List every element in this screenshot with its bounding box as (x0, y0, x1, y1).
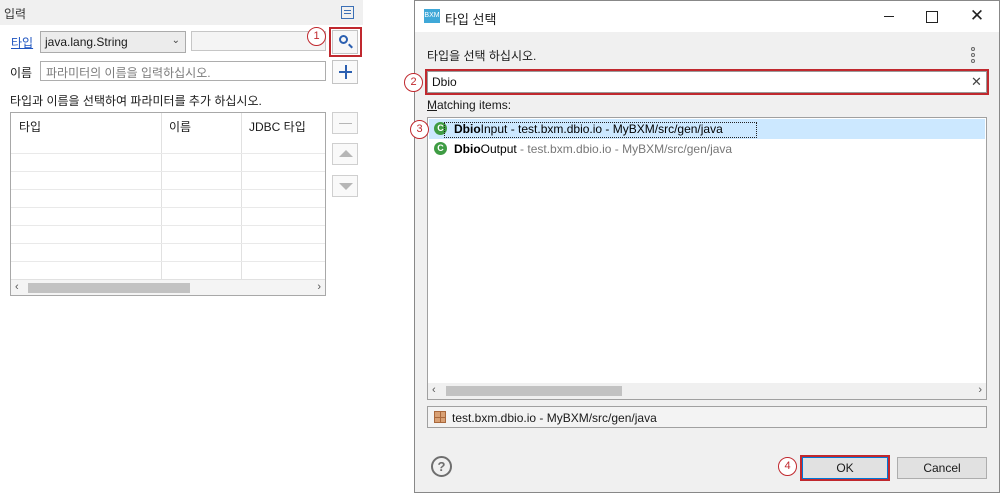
table-row (11, 225, 325, 226)
type-extra-field (191, 31, 326, 51)
scroll-left-icon[interactable]: ‹ (15, 281, 19, 293)
matching-items-label: Matching items: (427, 98, 511, 112)
column-header-jdbc-type[interactable]: JDBC 타입 (241, 113, 325, 137)
scrollbar-thumb[interactable] (446, 386, 622, 396)
type-select-value: java.lang.String (45, 35, 128, 49)
panel-header (0, 0, 363, 25)
instruction-text: 타입과 이름을 선택하여 파라미터를 추가 하십시오. (10, 94, 262, 108)
clear-icon[interactable]: ✕ (971, 74, 982, 90)
column-divider (161, 113, 162, 279)
remove-parameter-button[interactable] (332, 112, 358, 134)
type-link[interactable]: 타입 (11, 34, 33, 51)
move-down-button[interactable] (332, 175, 358, 197)
class-icon: C (434, 142, 447, 155)
package-icon (434, 411, 446, 423)
table-row (11, 189, 325, 190)
list-horizontal-scrollbar[interactable]: ‹ › (428, 383, 986, 399)
table-row (11, 171, 325, 172)
move-up-button[interactable] (332, 143, 358, 165)
search-icon (339, 35, 348, 44)
list-item[interactable]: C DbioOutput - test.bxm.dbio.io - MyBXM/… (429, 139, 985, 159)
table-row (11, 207, 325, 208)
type-filter-value: Dbio (432, 75, 457, 89)
type-select[interactable]: java.lang.String ⌄ (40, 31, 186, 53)
filter-input-highlight (425, 69, 989, 95)
dialog-titlebar: BXM 타입 선택 ✕ (415, 1, 999, 32)
maximize-icon[interactable] (912, 1, 952, 32)
step-marker-3: 3 (410, 120, 429, 139)
chevron-down-icon: ⌄ (171, 35, 180, 46)
name-input[interactable]: 파라미터의 이름을 입력하십시오. (40, 61, 326, 81)
list-item-label: DbioOutput - test.bxm.dbio.io - MyBXM/sr… (454, 142, 733, 156)
mnemonic-letter: M (427, 98, 437, 112)
column-divider (241, 113, 242, 279)
view-menu-icon[interactable] (971, 47, 977, 63)
step-marker-1: 1 (307, 27, 326, 46)
step-marker-4: 4 (778, 457, 797, 476)
parameter-table[interactable]: 타입 이름 JDBC 타입 ‹ › (10, 112, 326, 296)
app-icon: BXM (424, 9, 440, 23)
help-icon[interactable]: ? (431, 456, 452, 477)
name-label: 이름 (10, 66, 33, 80)
add-parameter-button[interactable] (332, 60, 358, 84)
column-header-type[interactable]: 타입 (11, 113, 161, 137)
table-row (11, 261, 325, 262)
table-horizontal-scrollbar[interactable]: ‹ › (11, 279, 325, 295)
close-icon[interactable]: ✕ (955, 1, 999, 32)
scroll-right-icon[interactable]: › (317, 281, 321, 293)
step-marker-2: 2 (404, 73, 423, 92)
dialog-title: 타입 선택 (445, 12, 497, 27)
minimize-icon[interactable] (869, 1, 909, 32)
cancel-button[interactable]: Cancel (897, 457, 987, 479)
focus-rectangle (444, 122, 757, 138)
scrollbar-thumb[interactable] (28, 283, 190, 293)
location-text: test.bxm.dbio.io - MyBXM/src/gen/java (452, 411, 657, 425)
matching-items-label-text: atching items: (437, 98, 512, 112)
column-header-name[interactable]: 이름 (161, 113, 241, 137)
list-item-selected[interactable]: C DbioInput - test.bxm.dbio.io - MyBXM/s… (429, 119, 985, 139)
table-row (11, 153, 325, 154)
panel-title: 입력 (4, 7, 27, 21)
input-panel: 입력 타입 java.lang.String ⌄ 이름 파라미터의 이름을 입력… (0, 0, 363, 300)
dialog-prompt: 타입을 선택 하십시오. (427, 49, 537, 63)
matching-items-list[interactable]: C DbioInput - test.bxm.dbio.io - MyBXM/s… (427, 117, 987, 400)
table-row (11, 243, 325, 244)
collapse-icon[interactable] (341, 6, 354, 19)
ok-button-highlight (800, 455, 890, 481)
location-bar: test.bxm.dbio.io - MyBXM/src/gen/java (427, 406, 987, 428)
scroll-left-icon[interactable]: ‹ (432, 384, 436, 396)
scroll-right-icon[interactable]: › (978, 384, 982, 396)
type-selection-dialog: BXM 타입 선택 ✕ 타입을 선택 하십시오. Dbio ✕ 2 Matchi… (404, 0, 1000, 493)
type-search-button[interactable] (332, 30, 358, 54)
